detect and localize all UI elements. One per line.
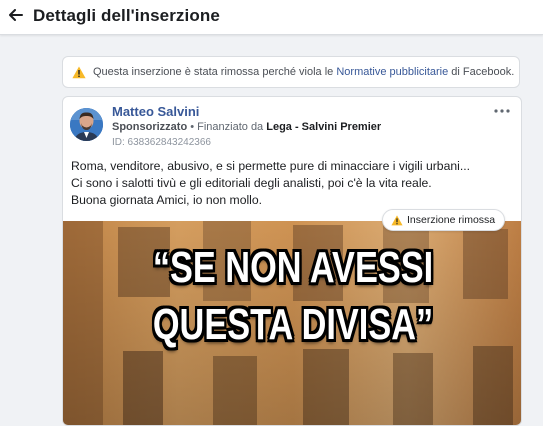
warning-icon [391,214,403,225]
more-options-icon [494,109,510,113]
banner-text-after: di Facebook. [448,66,515,78]
post-text-line: Roma, venditore, abusivo, e si permette … [71,159,470,173]
ad-id: ID: 638362843242366 [112,137,211,148]
avatar-image [70,108,103,141]
image-caption-line: QUESTA DIVISA” [152,300,434,349]
removed-badge-label: Inserzione rimossa [407,214,496,226]
removed-badge: Inserzione rimossa [382,209,506,231]
post-text-line: Buona giornata Amici, io non mollo. [71,193,263,207]
funded-by-label: • Finanziato da [187,121,267,133]
back-button[interactable] [6,5,26,25]
payer-name: Lega - Salvini Premier [266,121,382,133]
ad-policies-link[interactable]: Normative pubblicitarie [336,66,448,78]
post-text-line: Ci sono i salotti tivù e gli editoriali … [71,176,432,190]
page-title: Dettagli dell'inserzione [33,6,220,25]
author-name[interactable]: Matteo Salvini [112,104,199,119]
avatar[interactable] [70,108,103,141]
warning-icon [72,66,86,78]
ad-card: Matteo Salvini Sponsorizzato • Finanziat… [62,96,522,426]
post-text: Roma, venditore, abusivo, e si permette … [71,158,515,209]
more-options-button[interactable] [491,103,513,119]
banner-text-before: Questa inserzione è stata rimossa perché… [93,66,337,78]
removal-notice-banner: Questa inserzione è stata rimossa perché… [62,56,520,88]
banner-text: Questa inserzione è stata rimossa perché… [93,66,514,78]
ad-image[interactable]: “SE NON AVESSI QUESTA DIVISA” [63,221,521,425]
sponsor-info: Sponsorizzato • Finanziato da Lega - Sal… [112,121,381,133]
arrow-left-icon [9,9,23,21]
image-caption-line: “SE NON AVESSI [152,243,434,292]
sponsored-label: Sponsorizzato [112,121,188,133]
top-bar: Dettagli dell'inserzione [0,0,543,35]
